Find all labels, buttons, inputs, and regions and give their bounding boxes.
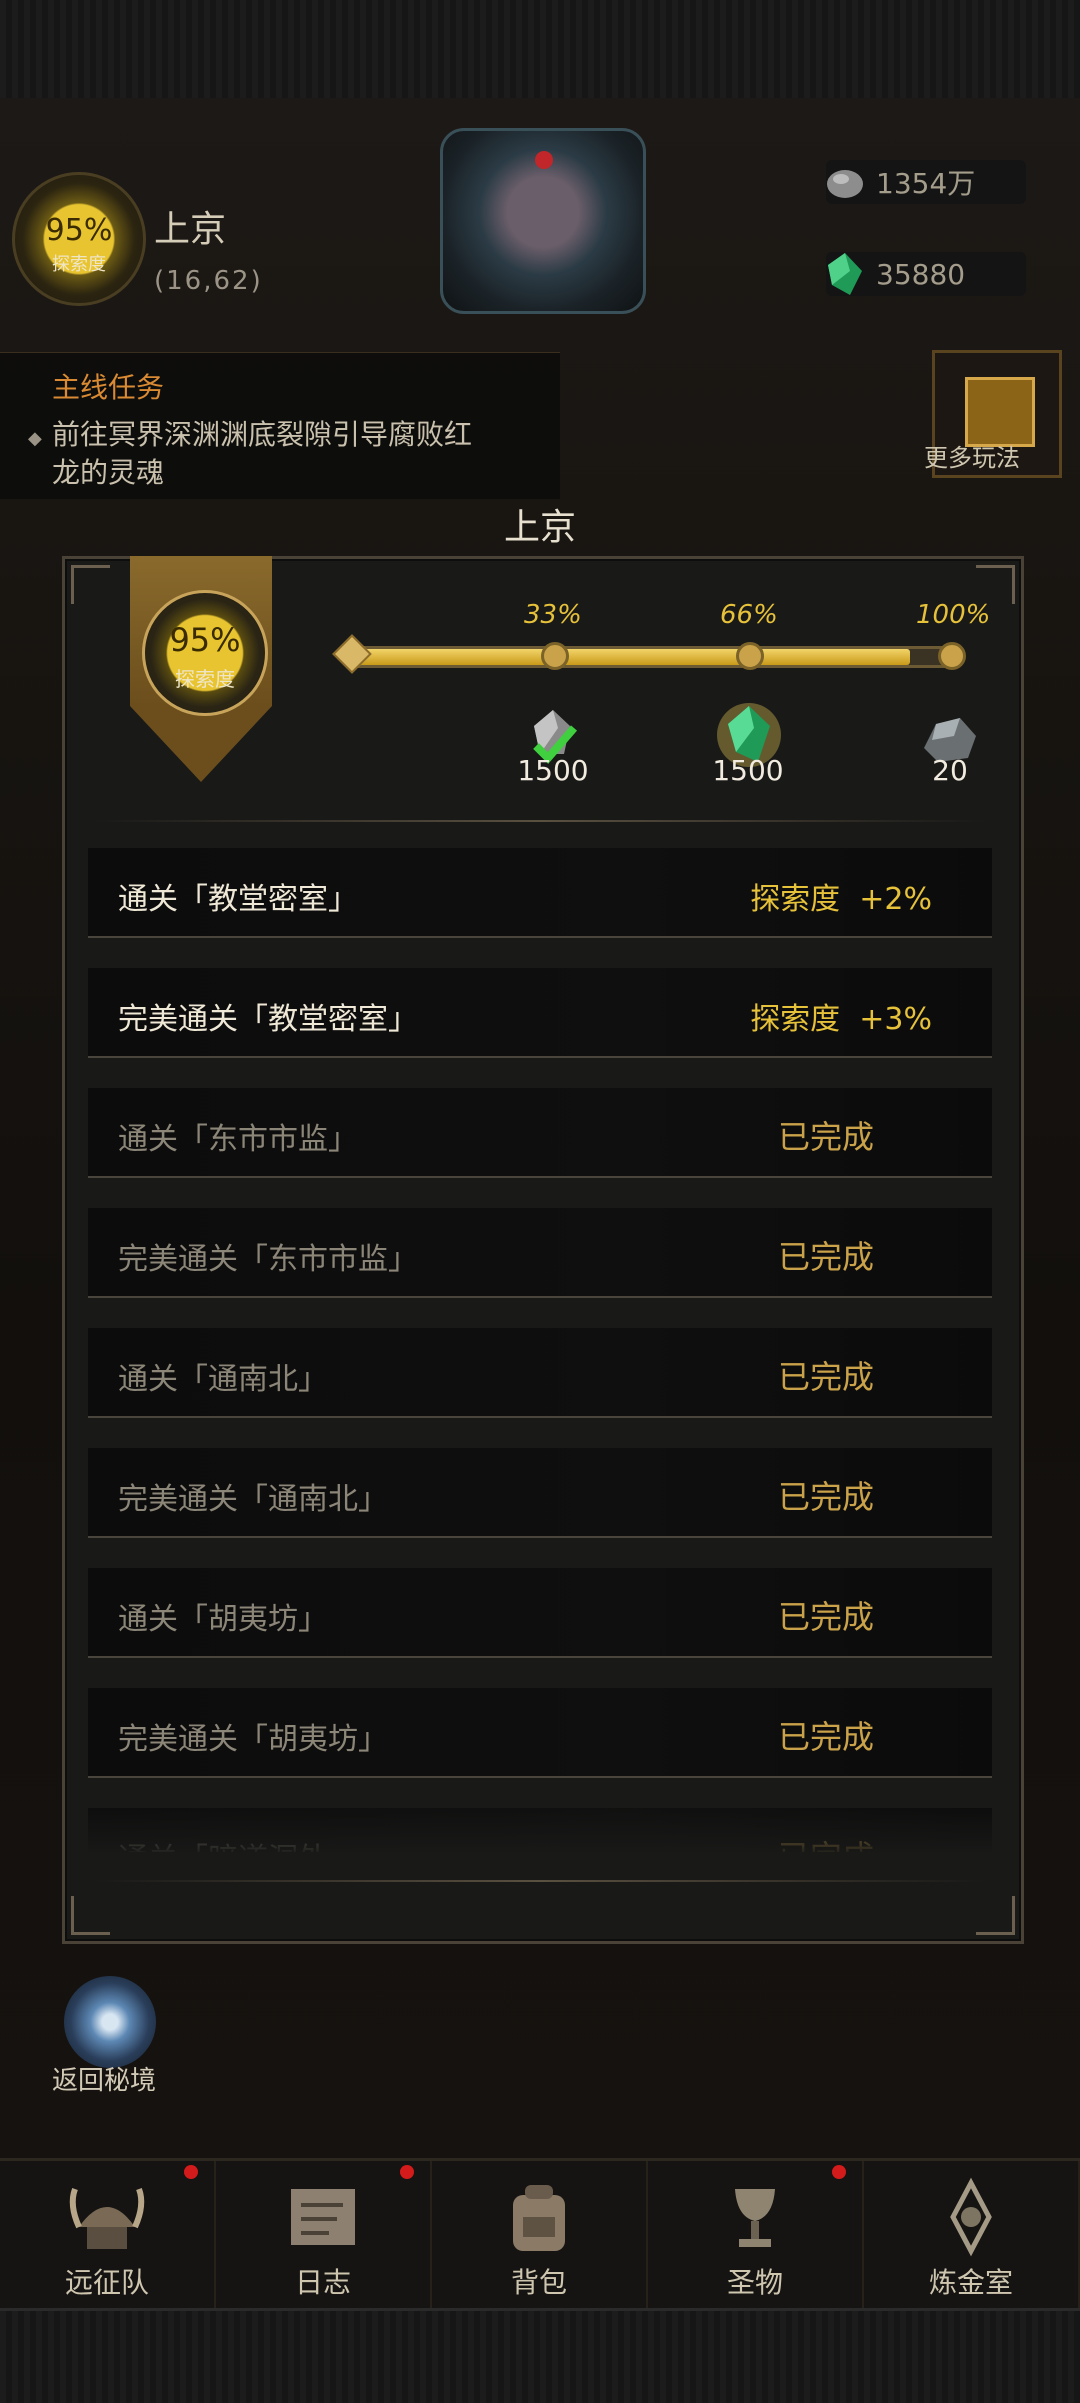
task-row[interactable]: 完美通关「教堂密室」 探索度 +3% <box>88 968 992 1058</box>
panel-bottom-divider <box>94 1880 986 1882</box>
panel-exploration-percent: 95% <box>169 621 241 659</box>
task-completed-status: 已完成 <box>777 1718 874 1756</box>
task-row[interactable]: 完美通关「东市市监」 已完成 <box>88 1208 992 1298</box>
nav-label: 远征队 <box>64 2266 149 2299</box>
chalice-icon <box>735 2189 775 2247</box>
task-name: 完美通关「胡夷坊」 <box>118 1722 388 1757</box>
quest-bullet-icon: ◆ <box>28 428 42 449</box>
task-reward: 探索度 +2% <box>750 882 932 917</box>
milestone-label: 33% <box>524 600 582 630</box>
exploration-percent: 95% <box>45 213 113 248</box>
panel-corner-bottom-left <box>71 1896 110 1935</box>
task-completed-status: 已完成 <box>777 1118 874 1156</box>
nav-label: 日志 <box>294 2266 351 2299</box>
nav-item-scroll-map[interactable]: 日志 <box>216 2161 432 2311</box>
task-name: 完美通关「通南北」 <box>118 1482 388 1517</box>
panel-corner-top-right <box>976 565 1015 604</box>
crystal-amount: 35880 <box>876 257 966 291</box>
milestone-label: 66% <box>720 600 778 630</box>
panel-exploration-label: 探索度 <box>175 667 235 691</box>
milestone-reward-count: 1500 <box>517 754 589 787</box>
nav-label: 炼金室 <box>928 2266 1013 2299</box>
task-name: 通关「胡夷坊」 <box>118 1602 328 1637</box>
alchemy-icon <box>950 2177 992 2257</box>
silver-ore-icon <box>827 170 863 198</box>
task-name: 通关「通南北」 <box>118 1362 328 1397</box>
main-quest-text: 前往冥界深渊渊底裂隙引导腐败红龙的灵魂 <box>52 418 473 489</box>
task-row[interactable]: 完美通关「通南北」 已完成 <box>88 1448 992 1538</box>
panel-corner-bottom-right <box>976 1896 1015 1935</box>
nav-item-backpack[interactable]: 背包 <box>432 2161 648 2311</box>
bottom-frame <box>0 2308 1080 2403</box>
task-completed-status: 已完成 <box>777 1238 874 1276</box>
task-completed-status: 已完成 <box>777 1358 874 1396</box>
nav-label: 背包 <box>510 2266 567 2299</box>
milestone-node <box>736 642 764 670</box>
milestone-label: 100% <box>916 600 991 630</box>
city-exploration-badge[interactable]: 95% 探索度 <box>12 172 146 306</box>
viking-helmet-icon <box>69 2187 145 2249</box>
portrait-gem-icon <box>535 151 553 169</box>
task-name: 通关「东市市监」 <box>118 1122 358 1157</box>
milestone-reward-count: 1500 <box>712 754 784 787</box>
silver-amount: 1354万 <box>876 167 976 200</box>
main-quest-title: 主线任务 <box>52 371 165 404</box>
task-completed-status: 已完成 <box>777 1598 874 1636</box>
task-reward: 探索度 +3% <box>750 1002 932 1037</box>
task-name: 通关「教堂密室」 <box>118 882 358 917</box>
more-play-label: 更多玩法 <box>924 444 1020 472</box>
task-row[interactable]: 通关「东市市监」 已完成 <box>88 1088 992 1178</box>
task-list[interactable]: 通关「教堂密室」 探索度 +2% 完美通关「教堂密室」 探索度 +3% 通关「东市市监」… <box>88 848 992 1852</box>
task-completed-status: 已完成 <box>777 1478 874 1516</box>
milestone-node <box>541 642 569 670</box>
gift-box-icon <box>965 377 1035 447</box>
scroll-map-icon <box>291 2189 355 2245</box>
task-row[interactable]: 通关「通南北」 已完成 <box>88 1328 992 1418</box>
task-row[interactable]: 完美通关「胡夷坊」 已完成 <box>88 1688 992 1778</box>
list-fade <box>88 1800 992 1856</box>
nav-item-chalice[interactable]: 圣物 <box>648 2161 864 2311</box>
task-name: 完美通关「东市市监」 <box>118 1242 418 1277</box>
resource-silver[interactable]: 1354万 <box>826 160 1026 204</box>
city-coordinates: (16,62) <box>154 266 263 296</box>
milestone-node <box>938 642 966 670</box>
exploration-label: 探索度 <box>52 254 106 275</box>
panel-corner-top-left <box>71 565 110 604</box>
nav-label: 圣物 <box>726 2266 783 2299</box>
task-row[interactable]: 通关「教堂密室」 探索度 +2% <box>88 848 992 938</box>
panel-title: 上京 <box>503 507 576 548</box>
hero-portrait-avatar[interactable] <box>440 128 646 314</box>
bottom-nav: 远征队 日志 背包 圣物 炼金室 <box>0 2158 1080 2311</box>
city-name: 上京 <box>154 209 227 250</box>
resource-crystal[interactable]: 35880 <box>826 252 1026 296</box>
notification-dot <box>184 2165 198 2179</box>
notification-dot <box>400 2165 414 2179</box>
task-row[interactable]: 通关「胡夷坊」 已完成 <box>88 1568 992 1658</box>
panel-divider <box>94 820 986 822</box>
task-name: 完美通关「教堂密室」 <box>118 1002 418 1037</box>
green-crystal-icon <box>828 253 862 295</box>
milestone-reward-count: 20 <box>932 754 968 787</box>
exploration-banner-tip <box>130 706 272 782</box>
backpack-icon <box>513 2185 565 2251</box>
return-portal-icon[interactable] <box>64 1976 156 2068</box>
nav-item-alchemy[interactable]: 炼金室 <box>864 2161 1080 2311</box>
nav-item-viking-helmet[interactable]: 远征队 <box>0 2161 216 2311</box>
notification-dot <box>832 2165 846 2179</box>
panel-exploration-badge: 95% 探索度 <box>142 590 268 716</box>
top-frame <box>0 0 1080 101</box>
return-portal-label[interactable]: 返回秘境 <box>52 2060 156 2097</box>
exploration-progress-fill <box>353 649 910 665</box>
